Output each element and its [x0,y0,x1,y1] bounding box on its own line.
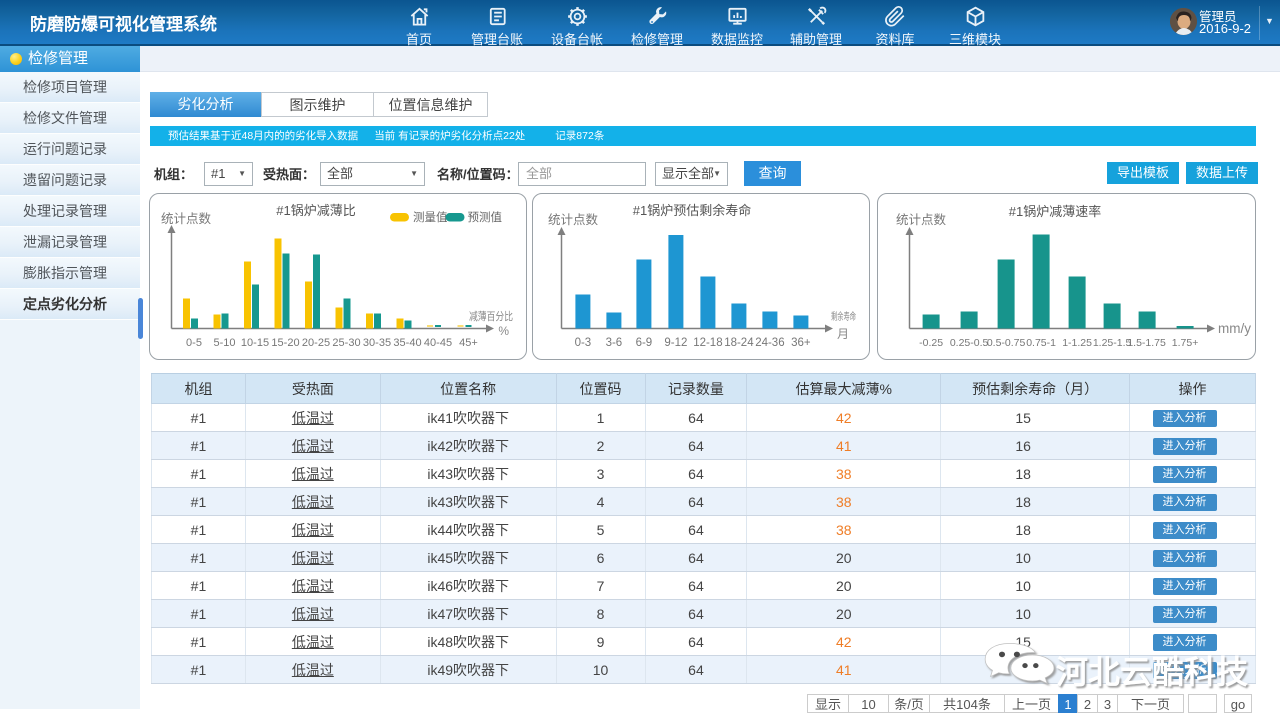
svg-text:36+: 36+ [791,337,811,349]
svg-text:5-10: 5-10 [213,337,235,349]
svg-text:0-3: 0-3 [575,337,592,349]
svg-text:10-15: 10-15 [241,337,269,349]
svg-text:#1锅炉减薄比: #1锅炉减薄比 [276,203,355,218]
svg-text:剩余寿命: 剩余寿命 [831,310,856,323]
svg-text:预测值: 预测值 [468,211,503,224]
svg-text:%: % [498,324,509,338]
svg-text:月: 月 [837,327,849,341]
svg-text:1-1.25: 1-1.25 [1062,337,1092,349]
svg-text:40-45: 40-45 [424,337,452,349]
svg-text:统计点数: 统计点数 [548,212,599,227]
svg-text:15-20: 15-20 [271,337,299,349]
svg-text:25-30: 25-30 [332,337,360,349]
svg-text:1.25-1.5: 1.25-1.5 [1093,337,1132,349]
svg-text:30-35: 30-35 [363,337,391,349]
svg-text:mm/y: mm/y [1218,321,1251,336]
svg-text:#1锅炉减薄速率: #1锅炉减薄速率 [1009,204,1101,219]
svg-text:#1锅炉预估剩余寿命: #1锅炉预估剩余寿命 [633,203,751,218]
svg-text:45+: 45+ [459,337,478,349]
svg-text:0.5-0.75: 0.5-0.75 [987,337,1026,349]
svg-text:0.25-0.5: 0.25-0.5 [950,337,989,349]
svg-text:18-24: 18-24 [724,337,754,349]
svg-text:9-12: 9-12 [664,337,687,349]
svg-text:1.5-1.75: 1.5-1.75 [1127,337,1166,349]
svg-text:6-9: 6-9 [636,337,653,349]
svg-text:24-36: 24-36 [755,337,784,349]
svg-text:3-6: 3-6 [606,337,623,349]
svg-text:0-5: 0-5 [186,337,202,349]
svg-text:-0.25: -0.25 [919,337,943,349]
svg-text:减薄百分比: 减薄百分比 [469,309,513,323]
svg-text:统计点数: 统计点数 [161,211,212,226]
svg-text:20-25: 20-25 [302,337,330,349]
svg-text:测量值: 测量值 [413,211,448,224]
svg-text:0.75-1: 0.75-1 [1026,337,1056,349]
svg-text:35-40: 35-40 [393,337,421,349]
svg-text:1.75+: 1.75+ [1172,337,1199,349]
svg-text:统计点数: 统计点数 [896,212,947,227]
svg-text:12-18: 12-18 [693,337,722,349]
